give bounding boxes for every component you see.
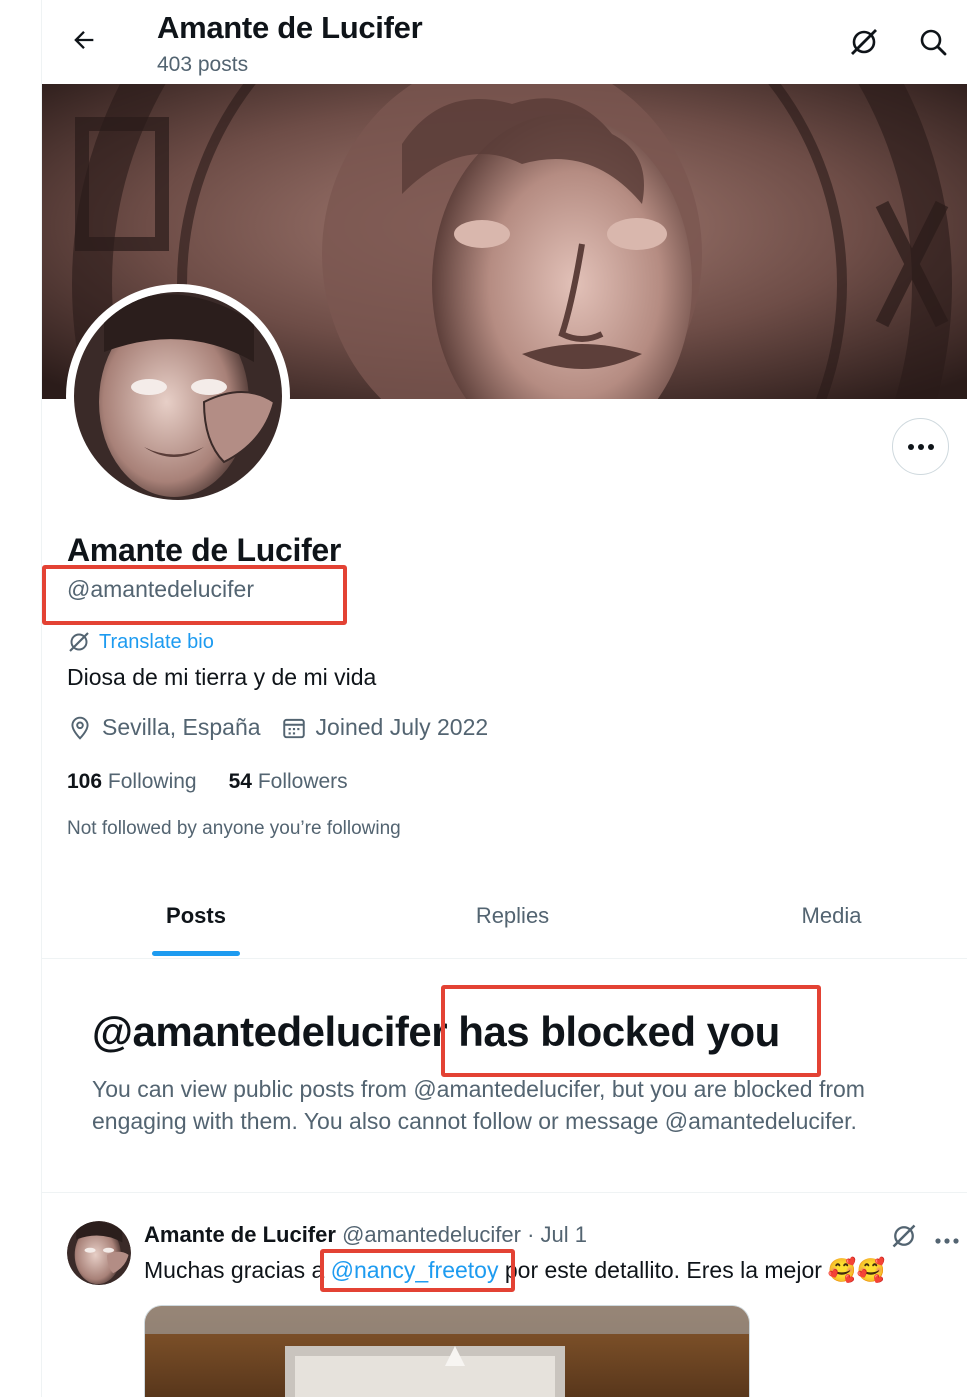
more-horizontal-icon bbox=[907, 443, 934, 450]
not-followed-note: Not followed by anyone you’re following bbox=[67, 818, 401, 839]
post-text-before: Muchas gracias a bbox=[144, 1257, 331, 1283]
grok-icon bbox=[892, 1224, 916, 1248]
calendar-icon bbox=[282, 718, 305, 738]
post-text-after: por este detallito. Eres la mejor bbox=[498, 1257, 822, 1283]
post-count: 403 posts bbox=[157, 53, 249, 76]
search-icon bbox=[920, 29, 947, 56]
arrow-left-icon bbox=[74, 31, 94, 49]
avatar-image bbox=[67, 1221, 131, 1285]
followers-link[interactable]: 54 Followers bbox=[229, 770, 348, 794]
active-tab-indicator bbox=[152, 951, 240, 956]
grok-icon bbox=[851, 29, 877, 55]
post-grok-button[interactable] bbox=[890, 1222, 918, 1255]
joined-text: Joined July 2022 bbox=[315, 714, 489, 740]
post-separator: · bbox=[527, 1222, 535, 1247]
followers-label: Followers bbox=[257, 770, 348, 793]
profile-tabs: Posts Replies Media bbox=[42, 872, 967, 959]
profile-meta: Sevilla, España Joined July 2022 bbox=[67, 714, 488, 741]
post-header: Amante de Lucifer @amantedelucifer · Jul… bbox=[144, 1222, 587, 1248]
profile-bio: Diosa de mi tierra y de mi vida bbox=[67, 664, 377, 690]
header-title: Amante de Lucifer bbox=[157, 10, 423, 45]
profile-name: Amante de Lucifer bbox=[67, 532, 342, 568]
tab-posts[interactable]: Posts bbox=[42, 872, 350, 959]
post-emoji: 🥰🥰 bbox=[827, 1257, 886, 1283]
followers-count: 54 bbox=[228, 770, 252, 793]
location-text: Sevilla, España bbox=[102, 714, 261, 740]
post-media[interactable] bbox=[144, 1305, 750, 1397]
follow-stats: 106 Following 54 Followers bbox=[67, 770, 348, 794]
location-item: Sevilla, España bbox=[67, 714, 261, 741]
back-button[interactable] bbox=[66, 22, 102, 58]
post-more-button[interactable] bbox=[934, 1232, 960, 1250]
post-author-handle[interactable]: @amantedelucifer bbox=[342, 1222, 521, 1247]
more-horizontal-icon bbox=[935, 1238, 959, 1244]
profile-header: Amante de Lucifer 403 posts bbox=[42, 0, 967, 84]
divider bbox=[42, 1192, 967, 1193]
tab-media[interactable]: Media bbox=[675, 872, 967, 959]
joined-item: Joined July 2022 bbox=[281, 714, 489, 741]
translate-bio-link[interactable]: Translate bio bbox=[67, 630, 214, 654]
blocked-description: You can view public posts from @amantede… bbox=[92, 1076, 865, 1134]
location-pin-icon bbox=[71, 716, 89, 740]
annotation-box-mention bbox=[320, 1249, 515, 1292]
following-count: 106 bbox=[67, 770, 103, 793]
following-link[interactable]: 106 Following bbox=[67, 770, 197, 794]
following-label: Following bbox=[107, 770, 197, 793]
annotation-box-blocked bbox=[441, 985, 821, 1077]
profile-avatar[interactable] bbox=[66, 284, 290, 508]
grok-icon bbox=[69, 632, 89, 652]
translate-bio-label: Translate bio bbox=[99, 630, 214, 653]
post-author-avatar[interactable] bbox=[67, 1221, 131, 1285]
avatar-image bbox=[74, 292, 282, 500]
grok-button[interactable] bbox=[844, 22, 884, 62]
post-author-name[interactable]: Amante de Lucifer bbox=[144, 1222, 336, 1247]
annotation-box-handle bbox=[42, 565, 347, 625]
post-media-image bbox=[145, 1306, 749, 1397]
more-options-button[interactable] bbox=[892, 418, 949, 475]
tab-replies[interactable]: Replies bbox=[350, 872, 675, 959]
search-button[interactable] bbox=[913, 22, 953, 62]
post-date[interactable]: Jul 1 bbox=[541, 1222, 587, 1247]
